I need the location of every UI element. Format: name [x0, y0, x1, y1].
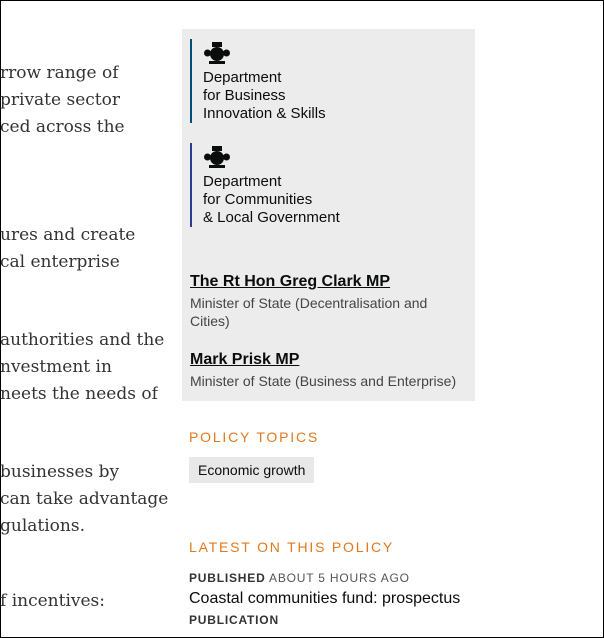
minister-entry: The Rt Hon Greg Clark MP Minister of Sta… — [190, 272, 465, 330]
policy-topics-heading: POLICY TOPICS — [189, 429, 319, 445]
org-logo-bis[interactable]: Department for Business Innovation & Ski… — [190, 39, 326, 123]
org-name-line: for Business — [203, 87, 286, 104]
org-name-line: Innovation & Skills — [203, 105, 326, 122]
body-text-line: private sector — [0, 90, 120, 110]
royal-crest-icon — [204, 146, 230, 168]
body-text-line: can take advantage — [0, 489, 169, 509]
publication-type: PUBLICATION — [189, 613, 279, 627]
minister-entry: Mark Prisk MP Minister of State (Busines… — [190, 350, 465, 390]
publication-meta: PUBLISHED ABOUT 5 HOURS AGO — [189, 571, 410, 585]
minister-name-link[interactable]: The Rt Hon Greg Clark MP — [190, 272, 390, 292]
body-text-line: businesses by — [0, 462, 120, 482]
organisations-panel: Department for Business Innovation & Ski… — [182, 29, 475, 401]
body-text-line: cal enterprise — [0, 252, 120, 272]
publication-title-link[interactable]: Coastal communities fund: prospectus — [189, 590, 460, 608]
minister-role: Minister of State (Decentralisation and … — [190, 295, 428, 329]
body-text-line: gulations. — [0, 516, 85, 536]
published-label: PUBLISHED — [189, 571, 266, 585]
body-text-line: ures and create — [0, 225, 136, 245]
body-text-line: authorities and the — [0, 330, 165, 350]
topic-tag[interactable]: Economic growth — [189, 457, 315, 483]
org-name-line: Department — [203, 69, 282, 86]
body-text-line: neets the needs of — [0, 384, 158, 404]
royal-crest-icon — [204, 42, 230, 64]
latest-heading: LATEST ON THIS POLICY — [189, 539, 395, 555]
org-logo-dclg[interactable]: Department for Communities & Local Gover… — [190, 143, 340, 227]
body-text-line: f incentives: — [0, 591, 105, 611]
body-text-line: ced across the — [0, 117, 125, 137]
org-name-line: & Local Government — [203, 209, 340, 226]
body-text-line: rrow range of — [0, 63, 119, 83]
org-name-line: for Communities — [203, 191, 313, 208]
body-text-line: nvestment in — [0, 357, 112, 377]
minister-name-link[interactable]: Mark Prisk MP — [190, 350, 299, 370]
org-name-line: Department — [203, 173, 282, 190]
minister-role: Minister of State (Business and Enterpri… — [190, 373, 457, 389]
published-time: ABOUT 5 HOURS AGO — [269, 571, 410, 585]
